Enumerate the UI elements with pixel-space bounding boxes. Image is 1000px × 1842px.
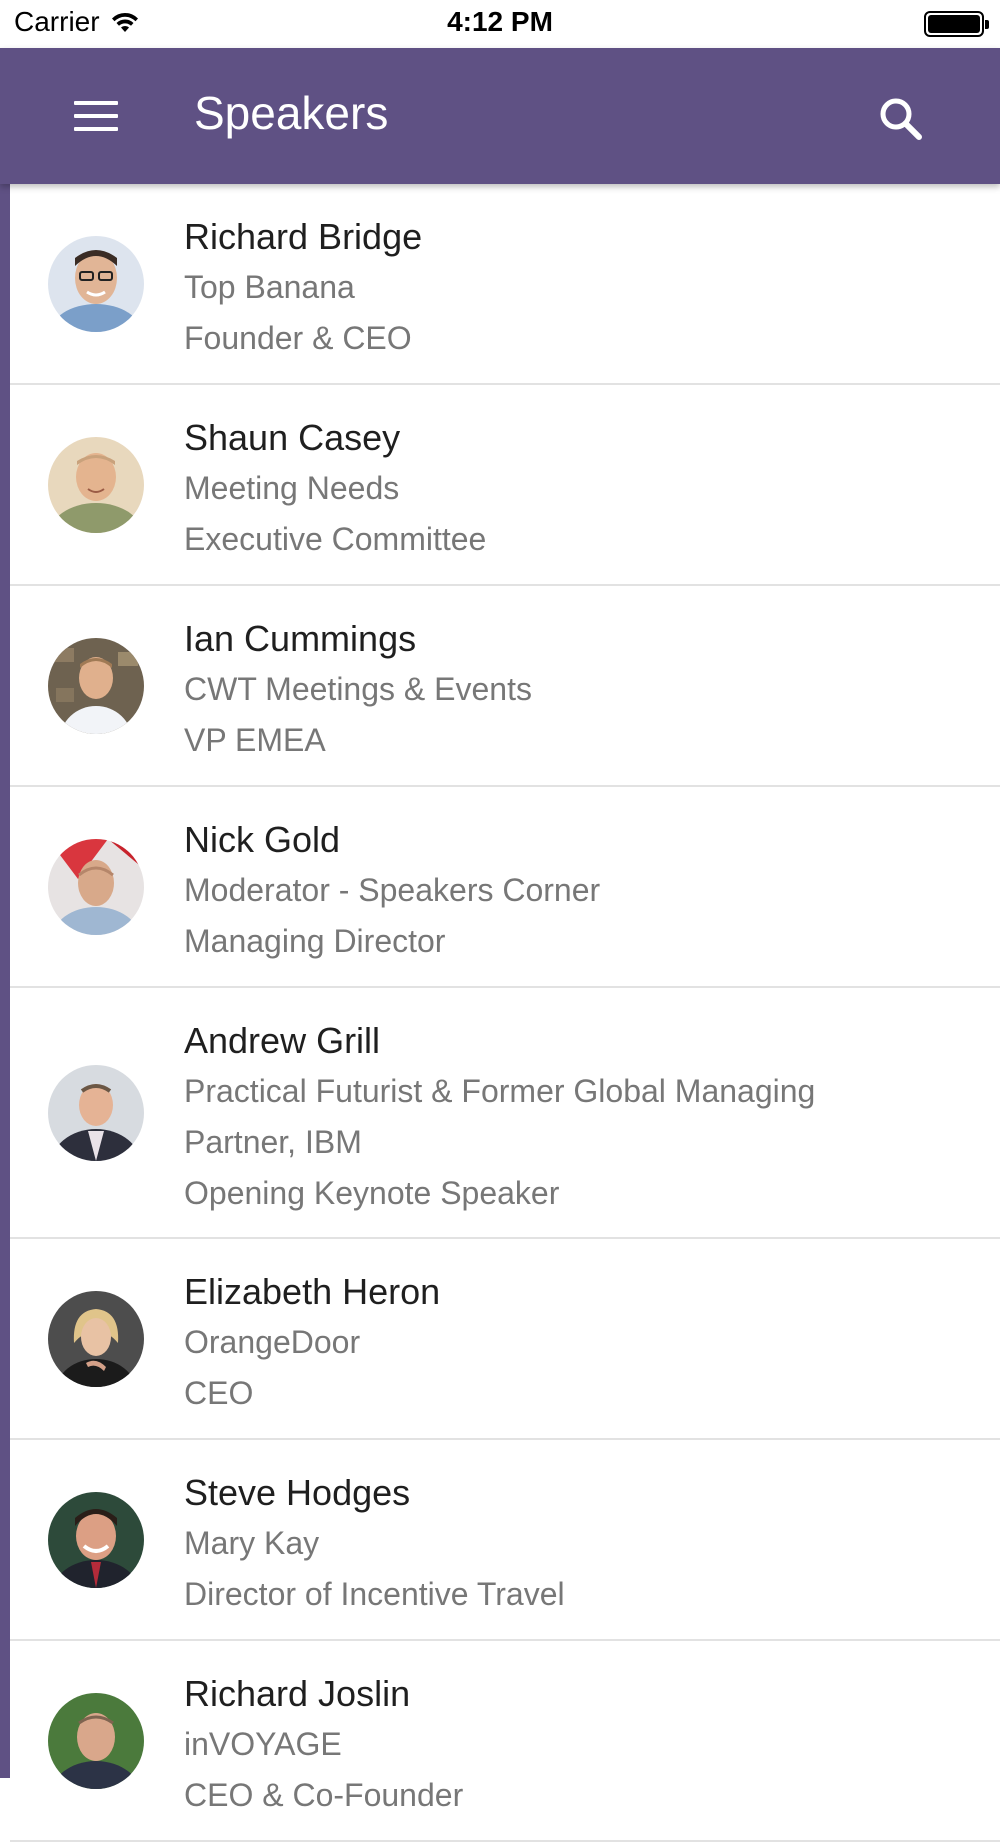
speaker-name: Steve Hodges bbox=[184, 1472, 411, 1513]
avatar bbox=[48, 1491, 144, 1588]
status-time: 4:12 PM bbox=[447, 6, 553, 37]
speaker-role: Managing Director bbox=[184, 923, 446, 959]
speaker-company: Moderator - Speakers Corner bbox=[184, 872, 601, 908]
avatar bbox=[48, 1692, 144, 1789]
list-item[interactable]: Ian Cummings CWT Meetings & Events VP EM… bbox=[10, 586, 1000, 787]
speaker-name: Nick Gold bbox=[184, 819, 341, 860]
speaker-name: Ian Cummings bbox=[184, 618, 417, 659]
page-title: Speakers bbox=[194, 87, 389, 139]
speaker-role: Opening Keynote Speaker bbox=[184, 1175, 560, 1211]
list-item[interactable]: Shaun Casey Meeting Needs Executive Comm… bbox=[10, 385, 1000, 586]
speaker-name: Shaun Casey bbox=[184, 417, 401, 458]
speaker-role: Director of Incentive Travel bbox=[184, 1576, 565, 1612]
avatar bbox=[48, 838, 144, 935]
list-item[interactable]: Richard Bridge Top Banana Founder & CEO bbox=[10, 184, 1000, 385]
hamburger-menu-icon[interactable] bbox=[56, 88, 136, 144]
speaker-name: Richard Joslin bbox=[184, 1673, 411, 1714]
speaker-company: inVOYAGE bbox=[184, 1726, 342, 1762]
app-bar: Speakers bbox=[0, 48, 1000, 184]
status-bar: Carrier 4:12 PM bbox=[0, 0, 1000, 48]
speaker-company: Practical Futurist & Former Global Manag… bbox=[184, 1073, 816, 1109]
speaker-name: Andrew Grill bbox=[184, 1020, 381, 1061]
speaker-name: Richard Bridge bbox=[184, 216, 423, 257]
list-item[interactable]: Richard Joslin inVOYAGE CEO & Co-Founder bbox=[10, 1641, 1000, 1842]
speaker-list: Richard Bridge Top Banana Founder & CEO … bbox=[10, 184, 1000, 1842]
list-item[interactable]: Steve Hodges Mary Kay Director of Incent… bbox=[10, 1440, 1000, 1641]
speaker-company-continued: Partner, IBM bbox=[184, 1124, 362, 1160]
avatar bbox=[48, 235, 144, 332]
speaker-company: Top Banana bbox=[184, 269, 355, 305]
left-accent-bar bbox=[0, 184, 10, 1778]
battery-icon bbox=[924, 11, 989, 37]
speaker-role: CEO bbox=[184, 1375, 254, 1411]
speaker-role: Founder & CEO bbox=[184, 320, 412, 356]
list-item[interactable]: Andrew Grill Practical Futurist & Former… bbox=[10, 988, 1000, 1239]
avatar bbox=[48, 637, 144, 734]
speaker-role: Executive Committee bbox=[184, 521, 487, 557]
avatar bbox=[48, 1064, 144, 1161]
search-icon[interactable] bbox=[872, 90, 932, 150]
speaker-company: CWT Meetings & Events bbox=[184, 671, 532, 707]
speaker-role: VP EMEA bbox=[184, 722, 326, 758]
avatar bbox=[48, 1290, 144, 1387]
speaker-company: Meeting Needs bbox=[184, 470, 400, 506]
avatar bbox=[48, 436, 144, 533]
list-item[interactable]: Nick Gold Moderator - Speakers Corner Ma… bbox=[10, 787, 1000, 988]
speaker-company: Mary Kay bbox=[184, 1525, 320, 1561]
speaker-company: OrangeDoor bbox=[184, 1324, 361, 1360]
list-item[interactable]: Elizabeth Heron OrangeDoor CEO bbox=[10, 1239, 1000, 1440]
speaker-name: Elizabeth Heron bbox=[184, 1271, 441, 1312]
